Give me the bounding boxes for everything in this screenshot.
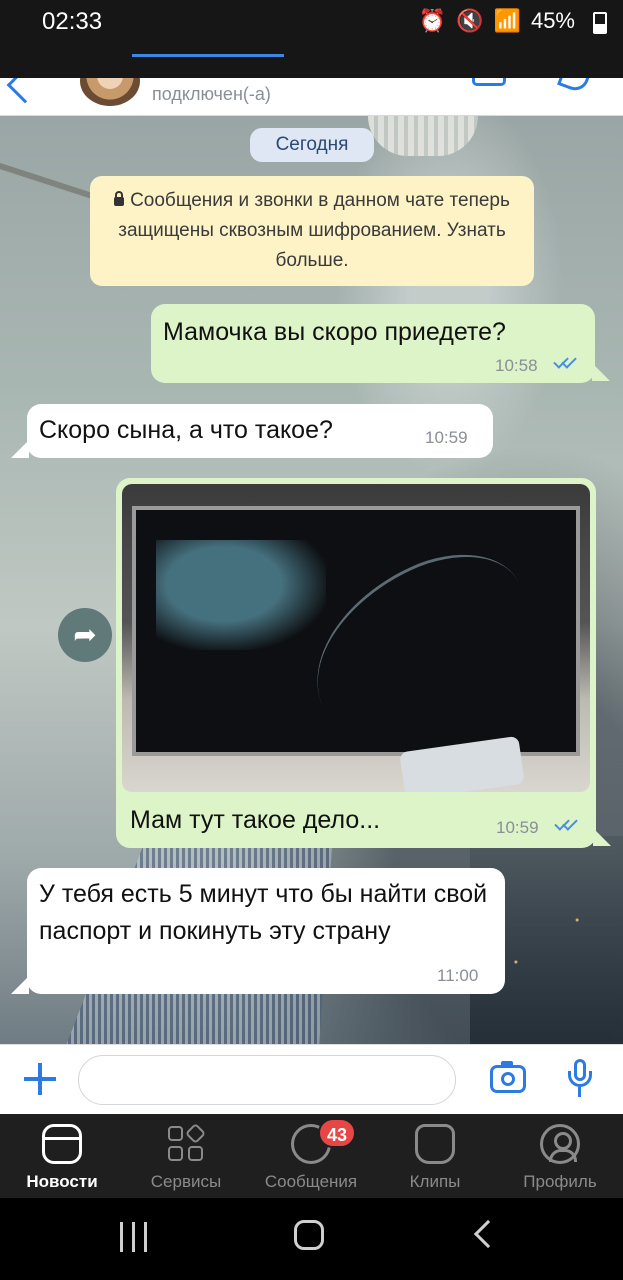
message-time: 10:58 [495,356,538,375]
message-text: Скоро сына, а что такое? [39,416,333,444]
message-bubble-photo[interactable]: Мам тут такое дело... 10:59 [116,478,596,848]
encryption-notice-text: Сообщения и звонки в данном чате теперь … [118,190,510,271]
wallpaper-lamp [368,116,478,156]
status-icons: ⏰ 🔇 📶 45% [419,8,575,34]
home-icon[interactable] [294,1220,324,1250]
video-call-icon[interactable] [472,78,506,86]
camera-icon[interactable] [490,1061,526,1093]
chat-status: подключен(-а) [152,84,271,104]
chat-header: подключен(-а) [0,78,623,116]
progress-line [132,54,284,57]
status-time: 02:33 [42,8,103,35]
message-text: У тебя есть 5 минут что бы найти свой па… [39,880,488,945]
add-attachment-icon[interactable] [24,1063,56,1095]
status-bar: 02:33 ⏰ 🔇 📶 45% [0,0,623,48]
nav-label: Новости [26,1172,98,1191]
bubble-tail [593,828,611,846]
system-back-icon[interactable] [473,1219,503,1249]
system-navigation [0,1198,623,1280]
services-icon [166,1122,207,1164]
encryption-notice[interactable]: Сообщения и звонки в данном чате теперь … [90,176,534,286]
clips-icon [415,1124,455,1164]
recent-apps-icon[interactable] [120,1222,148,1252]
mic-cup [568,1071,592,1087]
message-bubble-outgoing[interactable]: Мамочка вы скоро приедете? 10:58 [151,304,595,383]
battery-icon [593,12,607,34]
forward-icon[interactable]: ➦ [58,608,112,662]
read-ticks-icon [553,354,579,368]
tv-glow [156,540,326,650]
broken-tv-image [132,506,580,762]
message-text: Мамочка вы скоро приедете? [163,318,506,346]
profile-icon [540,1124,580,1164]
nav-item-profile[interactable]: Профиль [498,1114,622,1198]
alarm-icon: ⏰ [418,8,447,33]
message-bubble-incoming[interactable]: Скоро сына, а что такое? 10:59 [27,404,493,458]
message-time: 11:00 [437,966,479,985]
avatar[interactable] [80,78,140,106]
nav-label: Сообщения [264,1172,358,1191]
message-bubble-incoming[interactable]: У тебя есть 5 минут что бы найти свой па… [27,868,505,994]
bubble-tail [592,363,610,381]
read-ticks-icon [554,816,580,830]
wifi-icon: 📶 [493,8,521,33]
message-time: 10:59 [496,818,539,837]
bubble-tail [11,976,29,994]
nav-item-clips[interactable]: Клипы [373,1114,497,1198]
date-separator: Сегодня [250,128,374,162]
photo-caption: Мам тут такое дело... [130,806,381,834]
news-icon [42,1124,82,1164]
mute-icon: 🔇 [456,8,484,33]
chat-area[interactable]: Сегодня Сообщения и звонки в данном чате… [0,116,623,1044]
message-input[interactable] [78,1055,456,1105]
back-arrow-icon[interactable] [6,78,44,104]
message-composer [0,1044,623,1114]
mic-stem [578,1087,581,1097]
battery-percent: 45% [530,8,575,33]
message-time: 10:59 [425,428,468,447]
phone-call-icon[interactable] [557,78,591,95]
lock-icon [114,191,125,206]
wallpaper-rod [0,157,98,201]
nav-label: Профиль [523,1172,597,1191]
nav-item-services[interactable]: Сервисы [124,1114,248,1198]
messages-count-badge: 43 [318,1118,356,1148]
microphone-icon[interactable] [568,1059,592,1101]
status-strip [0,48,623,78]
photo-attachment[interactable] [122,484,590,792]
bubble-tail [11,440,29,458]
bottom-navigation: Новости Сервисы Сообщения Клипы Профиль [0,1114,623,1198]
nav-item-news[interactable]: Новости [0,1114,124,1198]
nav-label: Клипы [409,1172,461,1191]
nav-label: Сервисы [150,1172,222,1191]
